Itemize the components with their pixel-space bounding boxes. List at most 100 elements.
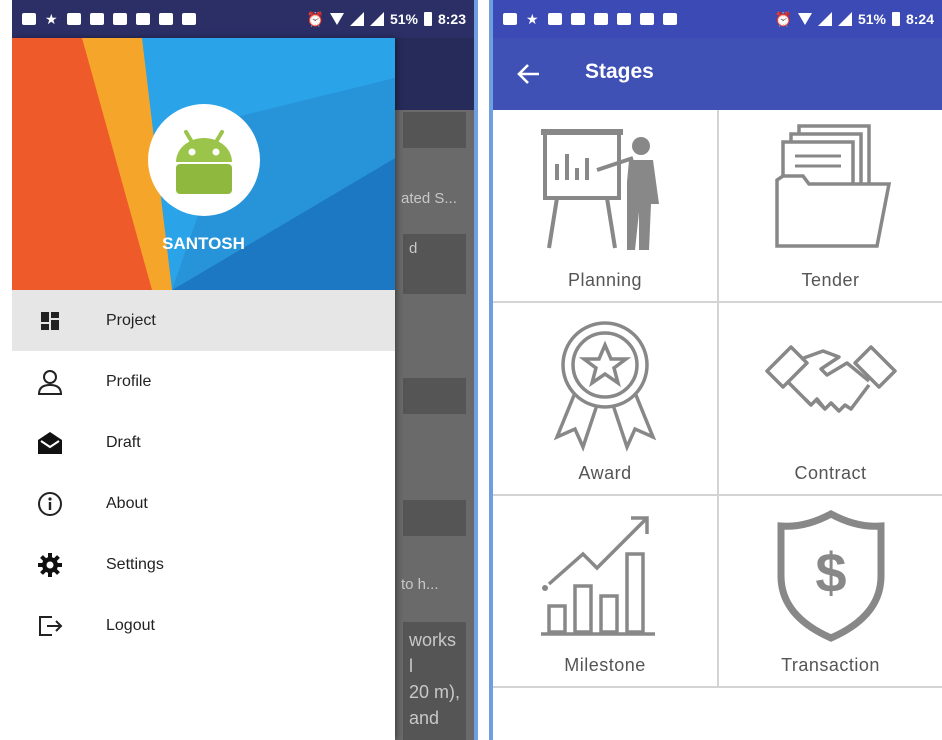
stage-tile-tender[interactable]: Tender (719, 110, 942, 303)
background-card (403, 500, 466, 536)
svg-text:$: $ (815, 541, 846, 604)
background-text: d (409, 240, 418, 257)
image-icon (547, 13, 562, 25)
growth-chart-icon (541, 516, 655, 636)
background-text: works (409, 630, 457, 650)
menu-item-draft[interactable]: Draft (12, 412, 395, 473)
stage-tile-planning[interactable]: Planning (493, 110, 719, 303)
app-bar: Stages (493, 38, 942, 110)
menu-item-about[interactable]: About (12, 473, 395, 534)
stages-grid: Planning Tender Award Contract Milestone… (493, 110, 942, 688)
status-bar: ★ ⏰ 51% 8:24 (493, 0, 942, 38)
message-icon (66, 13, 81, 25)
dollar-shield-icon: $ (777, 510, 884, 642)
user-name: SANTOSH (162, 234, 245, 253)
background-app-bar (395, 38, 474, 110)
logout-icon (34, 610, 66, 642)
image-icon (181, 13, 196, 25)
award-ribbon-icon (553, 321, 657, 452)
notification-icons: ★ (493, 11, 677, 28)
star-icon: ★ (45, 10, 58, 27)
mail-open-icon (34, 427, 66, 459)
battery-icon (891, 12, 900, 26)
alarm-icon: ⏰ (306, 10, 324, 27)
stage-tile-milestone[interactable]: Milestone (493, 496, 719, 688)
android-icon (176, 130, 232, 194)
background-text: and (409, 708, 440, 728)
status-bar: ★ ⏰ 51% 8:23 (12, 0, 474, 38)
background-card: d (403, 234, 466, 294)
background-text: l (409, 656, 413, 676)
wifi-icon (329, 13, 344, 25)
message-icon (135, 13, 150, 25)
notification-icons: ★ (12, 11, 196, 28)
menu-item-profile[interactable]: Profile (12, 351, 395, 412)
mail-icon (593, 13, 608, 25)
signal-icon (837, 12, 852, 26)
stage-label: Award (578, 463, 632, 483)
signal-icon (817, 12, 832, 26)
system-status: ⏰ 51% 8:24 (775, 0, 935, 38)
document-folder-icon (774, 124, 891, 248)
message-icon (570, 13, 585, 25)
battery-percent: 51% (389, 11, 418, 27)
battery-icon (423, 12, 432, 26)
stage-tile-contract[interactable]: Contract (719, 303, 942, 496)
stage-tile-transaction[interactable]: $ Transaction (719, 496, 942, 688)
drawer-menu: Project Profile Draft About Settings Log… (12, 290, 395, 656)
star-icon: ★ (526, 10, 539, 27)
stage-label: Tender (801, 270, 860, 290)
menu-item-settings[interactable]: Settings (12, 534, 395, 595)
menu-item-label: About (106, 494, 148, 512)
person-icon (34, 366, 66, 398)
notification-icon (503, 13, 517, 25)
left-phone-screen: ★ ⏰ 51% 8:23 ated S... d to h... works l… (12, 0, 474, 740)
right-phone-screen: ★ ⏰ 51% 8:24 Stages Planning Tender Awar… (493, 0, 942, 740)
signal-icon (369, 12, 384, 26)
stage-label: Transaction (781, 655, 880, 675)
page-title: Stages (585, 60, 654, 83)
message-icon (616, 13, 631, 25)
message-icon (112, 13, 127, 25)
menu-item-label: Settings (106, 555, 164, 573)
stage-label: Contract (794, 463, 867, 483)
system-status: ⏰ 51% 8:23 (307, 0, 467, 38)
signal-icon (349, 12, 364, 26)
stage-label: Planning (567, 270, 643, 290)
dashboard-icon (34, 305, 66, 337)
menu-item-label: Profile (106, 372, 152, 390)
background-app: ated S... d to h... works l 20 m), and (395, 38, 474, 740)
info-icon (34, 488, 66, 520)
message-icon (662, 13, 677, 25)
avatar[interactable] (148, 104, 260, 216)
background-card (403, 378, 466, 414)
notification-icon (22, 13, 36, 25)
menu-item-label: Draft (106, 433, 141, 451)
stage-label: Milestone (564, 655, 646, 675)
background-text: 20 m), (409, 682, 461, 702)
background-text: to h... (401, 576, 439, 593)
menu-item-logout[interactable]: Logout (12, 595, 395, 656)
mail-icon (89, 13, 104, 25)
menu-item-project[interactable]: Project (12, 290, 395, 351)
message-icon (639, 13, 654, 25)
menu-item-label: Project (106, 311, 156, 329)
battery-percent: 51% (857, 11, 886, 27)
screen-border (474, 0, 478, 740)
gear-icon (34, 549, 66, 581)
message-icon (158, 13, 173, 25)
alarm-icon: ⏰ (774, 10, 792, 27)
back-arrow-icon[interactable] (515, 60, 543, 88)
background-card (403, 112, 466, 148)
background-card: works l 20 m), and (403, 622, 466, 740)
presentation-board-icon (541, 129, 659, 250)
clock: 8:23 (437, 11, 466, 27)
navigation-drawer: SANTOSH Project Profile Draft About Sett… (12, 38, 395, 740)
stage-tile-award[interactable]: Award (493, 303, 719, 496)
wifi-icon (797, 13, 812, 25)
clock: 8:24 (905, 11, 934, 27)
drawer-header: SANTOSH (12, 38, 395, 290)
handshake-icon (764, 345, 897, 413)
menu-item-label: Logout (106, 616, 155, 634)
background-text: ated S... (401, 190, 457, 207)
